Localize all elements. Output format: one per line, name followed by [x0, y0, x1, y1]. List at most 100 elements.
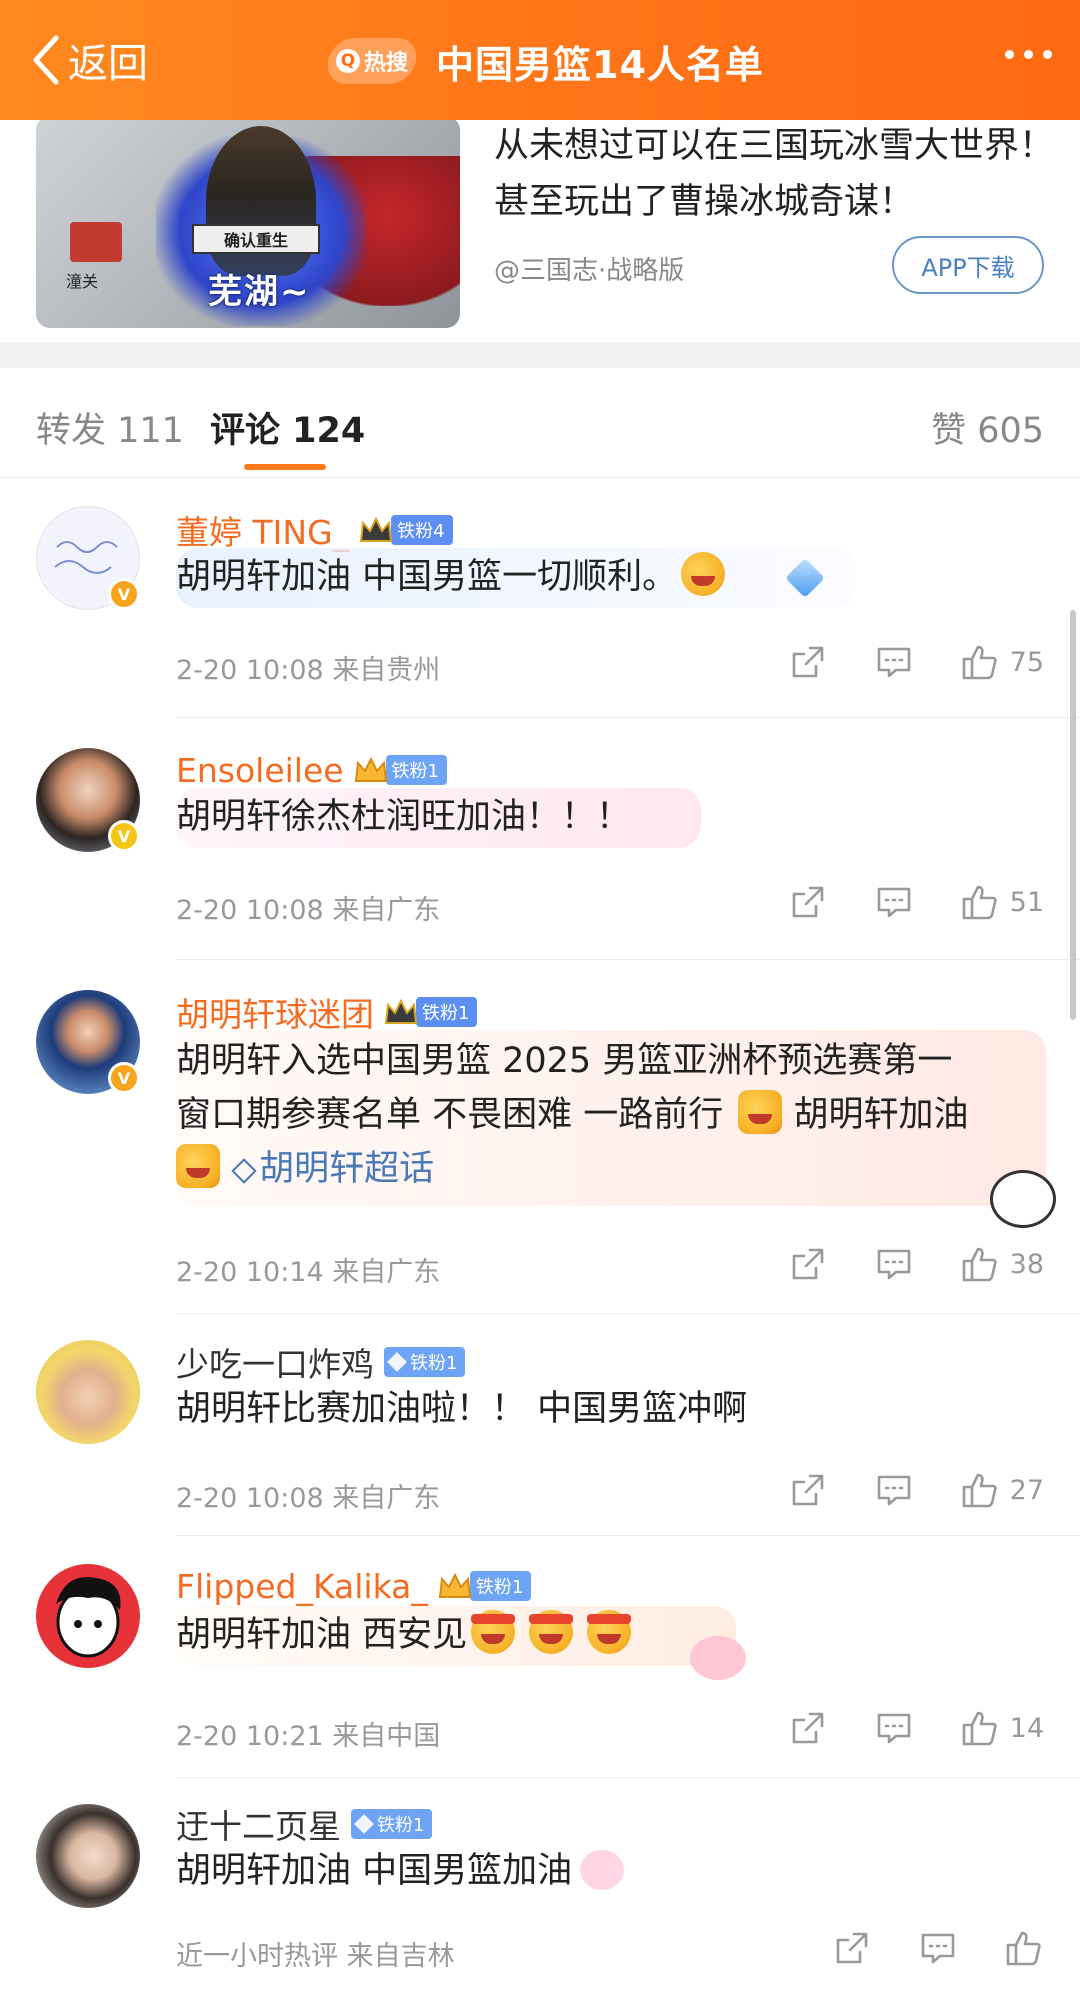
- comment-text: 胡明轩徐杰杜润旺加油！！！: [176, 797, 632, 837]
- back-button[interactable]: 返回: [28, 30, 148, 90]
- chevron-left-icon: [33, 35, 59, 85]
- comment-location: 来自广东: [332, 1483, 441, 1514]
- like-count: 75: [1009, 646, 1044, 678]
- promoted-card[interactable]: 潼关 确认重生 芜湖~ 从未想过可以在三国玩冰雪大世界！甚至玩出了曹操冰城奇谋！…: [0, 116, 1080, 342]
- tab-repost[interactable]: 转发 111: [36, 402, 184, 453]
- fan-badge: 铁粉1: [351, 1809, 433, 1839]
- username[interactable]: Ensoleilee: [176, 751, 344, 790]
- comment-time: 2-20 10:21: [176, 1721, 324, 1752]
- fan-badge-label: 铁粉1: [410, 1353, 458, 1374]
- comment-item: Flipped_Kalika_ 铁粉1 胡明轩加油 西安见 2-20 10:21…: [0, 1536, 1080, 1778]
- share-button[interactable]: [788, 882, 828, 922]
- comment-actions: 75: [788, 642, 1044, 682]
- like-count: 14: [1009, 1712, 1044, 1744]
- comment-icon: [877, 647, 910, 678]
- crown-icon: [352, 755, 390, 785]
- comment-text-line1: 胡明轩入选中国男篮 2025 男篮亚洲杯预选赛第一: [176, 1041, 953, 1081]
- like-button[interactable]: [1004, 1928, 1044, 1968]
- reply-button[interactable]: [874, 1470, 914, 1510]
- username[interactable]: 董婷 TING_: [176, 506, 349, 554]
- avatar[interactable]: [36, 1804, 140, 1908]
- share-button[interactable]: [788, 1470, 828, 1510]
- ad-image-banner: 确认重生: [192, 224, 320, 254]
- app-download-button[interactable]: APP下载: [892, 236, 1044, 294]
- share-icon: [792, 1248, 823, 1280]
- hot-search-badge[interactable]: Q 热搜: [323, 38, 421, 84]
- tab-like[interactable]: 赞 605: [931, 402, 1044, 453]
- ad-image[interactable]: 潼关 确认重生 芜湖~: [36, 116, 460, 328]
- username[interactable]: 胡明轩球迷团: [176, 988, 374, 1036]
- comment-text: 胡明轩加油 西安见: [176, 1608, 632, 1662]
- comment-item: 少吃一口炸鸡 铁粉1 胡明轩比赛加油啦！！ 中国男篮冲啊 2-20 10:08 …: [0, 1314, 1080, 1536]
- thumbs-up-icon: [1006, 1931, 1041, 1966]
- active-tab-indicator: [244, 464, 326, 470]
- like-button[interactable]: 27: [960, 1470, 1044, 1510]
- comment-meta: 2-20 10:14 来自广东: [176, 1250, 440, 1289]
- share-button[interactable]: [788, 1244, 828, 1284]
- like-button[interactable]: 75: [960, 642, 1044, 682]
- reply-button[interactable]: [874, 1244, 914, 1284]
- comment-text-content: 胡明轩加油 中国男篮一切顺利。: [176, 557, 678, 597]
- avatar[interactable]: [36, 1340, 140, 1444]
- more-options-icon[interactable]: [1005, 50, 1052, 59]
- comment-actions: 27: [788, 1470, 1044, 1510]
- reply-button[interactable]: [918, 1928, 958, 1968]
- comment-actions: [832, 1928, 1044, 1968]
- like-button[interactable]: 38: [960, 1244, 1044, 1284]
- pig-sticker-icon: [690, 1636, 746, 1680]
- comment-text: 胡明轩入选中国男篮 2025 男篮亚洲杯预选赛第一 窗口期参赛名单 不畏困难 一…: [176, 1034, 1036, 1196]
- share-icon: [836, 1932, 868, 1964]
- comment-item: 迂十二页星 铁粉1 胡明轩加油 中国男篮加油 近一小时热评 来自吉林: [0, 1778, 1080, 2005]
- comment-text-line2b: 胡明轩加油: [793, 1095, 969, 1135]
- thumbs-up-icon: [962, 1711, 997, 1746]
- fan-badge: 铁粉1: [384, 1347, 466, 1377]
- fist-emoji-icon: [738, 1090, 783, 1134]
- topic-link[interactable]: 胡明轩超话: [259, 1149, 434, 1189]
- reply-button[interactable]: [874, 882, 914, 922]
- page-title: 中国男篮14人名单: [436, 43, 764, 87]
- fan-badge: 铁粉1: [416, 997, 478, 1027]
- comment-icon: [877, 887, 910, 918]
- comment-text: 胡明轩比赛加油啦！！ 中国男篮冲啊: [176, 1389, 748, 1429]
- scrollbar[interactable]: [1070, 610, 1076, 1020]
- share-button[interactable]: [832, 1928, 872, 1968]
- share-button[interactable]: [788, 642, 828, 682]
- like-button[interactable]: 14: [960, 1708, 1044, 1748]
- bunny-emoji-icon: [580, 1850, 625, 1890]
- ad-source[interactable]: @三国志·战略版: [494, 250, 684, 287]
- thumbs-up-icon: [962, 885, 997, 920]
- username[interactable]: 少吃一口炸鸡: [176, 1338, 374, 1386]
- comment-text-line3: 胡明轩超话: [176, 1142, 1036, 1196]
- like-button[interactable]: 51: [960, 882, 1044, 922]
- ad-image-gate-label: 潼关: [66, 272, 99, 291]
- comment-text-line2: 窗口期参赛名单 不畏困难 一路前行 胡明轩加油: [176, 1088, 1036, 1142]
- fan-badge: 铁粉1: [385, 755, 448, 785]
- share-button[interactable]: [788, 1708, 828, 1748]
- panda-sticker-icon: [990, 1170, 1056, 1228]
- comment-meta: 2-20 10:21 来自中国: [176, 1714, 440, 1753]
- comment-time: 2-20 10:14: [176, 1257, 324, 1288]
- reply-button[interactable]: [874, 642, 914, 682]
- fan-badge: 铁粉4: [391, 515, 453, 545]
- comment-text-line2a: 窗口期参赛名单 不畏困难 一路前行: [176, 1095, 724, 1135]
- tab-comment[interactable]: 评论 124: [210, 402, 365, 453]
- post-tabs: 转发 111 评论 124 赞 605: [0, 368, 1080, 478]
- username[interactable]: Flipped_Kalika_: [176, 1567, 428, 1606]
- reply-button[interactable]: [874, 1708, 914, 1748]
- comment-location: 来自中国: [332, 1721, 441, 1752]
- clap-emoji-icon: [176, 1144, 220, 1188]
- section-separator: [0, 342, 1080, 368]
- avatar[interactable]: [36, 1564, 140, 1668]
- comment-text-content: 胡明轩加油 西安见: [176, 1615, 468, 1655]
- comment-location: 来自广东: [332, 895, 441, 926]
- comment-location: 来自广东: [332, 1257, 441, 1288]
- comment-text-content: 胡明轩加油 中国男篮加油: [176, 1851, 573, 1891]
- cheer-emoji-icon: [529, 1610, 574, 1654]
- username[interactable]: 迂十二页星: [176, 1800, 341, 1848]
- emoji-icon: [681, 552, 726, 596]
- ad-text: 从未想过可以在三国玩冰雪大世界！甚至玩出了曹操冰城奇谋！: [494, 126, 1055, 222]
- thumbs-up-icon: [962, 1473, 997, 1508]
- cheer-emoji-icon: [587, 1610, 632, 1654]
- comment-meta: 2-20 10:08 来自广东: [176, 888, 440, 927]
- thumbs-up-icon: [962, 645, 997, 680]
